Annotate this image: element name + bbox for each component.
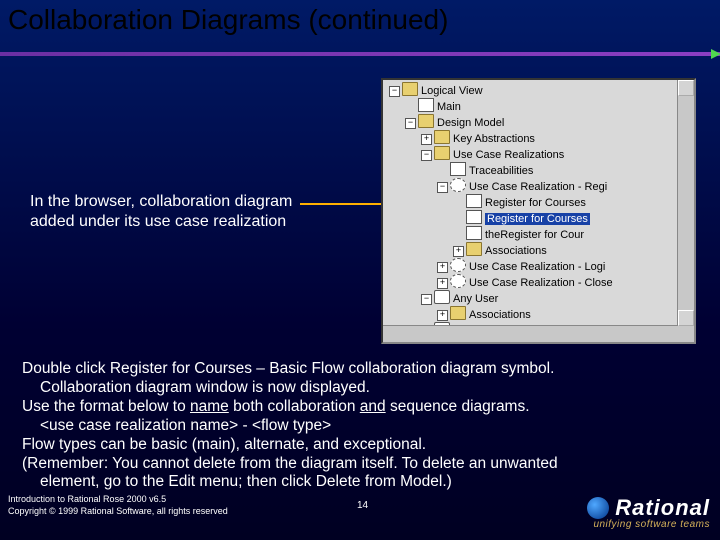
tree-node-design-model[interactable]: − Design Model	[385, 114, 678, 130]
footer-line-1: Introduction to Rational Rose 2000 v6.5	[8, 494, 166, 504]
tree-label: Associations	[469, 309, 531, 321]
collapse-icon[interactable]: −	[389, 86, 400, 97]
footer-line-2: Copyright © 1999 Rational Software, all …	[8, 506, 228, 516]
folder-icon	[466, 242, 482, 256]
expand-icon[interactable]: +	[437, 310, 448, 321]
collapse-icon[interactable]: −	[421, 150, 432, 161]
folder-icon	[434, 146, 450, 160]
expand-icon[interactable]: +	[421, 134, 432, 145]
diagram-icon	[418, 98, 434, 112]
tree-node-ucr-login[interactable]: + Use Case Realization - Logi	[385, 258, 678, 274]
tree-label: Key Abstractions	[453, 133, 535, 145]
tree-node-associations-2[interactable]: + Associations	[385, 306, 678, 322]
expand-icon[interactable]: +	[437, 278, 448, 289]
tree-label: Any User	[453, 293, 498, 305]
folder-icon	[402, 82, 418, 96]
page-number: 14	[357, 500, 368, 511]
tree-node-uc-realizations[interactable]: − Use Case Realizations	[385, 146, 678, 162]
tree-node-any-user[interactable]: − Any User	[385, 290, 678, 306]
body-text: Double click Register for Courses – Basi…	[22, 360, 720, 492]
horizontal-scrollbar[interactable]	[383, 325, 678, 342]
tree-label: Use Case Realizations	[453, 149, 564, 161]
collapse-icon[interactable]: −	[405, 118, 416, 129]
tree-label: Use Case Realization - Regi	[469, 181, 607, 193]
tree-label: Register for Courses	[485, 197, 586, 209]
slide: Collaboration Diagrams (continued) In th…	[0, 0, 720, 540]
tree-label: Use Case Realization - Logi	[469, 261, 605, 273]
scrollbar-corner	[678, 326, 694, 342]
usecase-realization-icon	[450, 274, 466, 288]
tree-label: Traceabilities	[469, 165, 533, 177]
tree-node-main[interactable]: Main	[385, 98, 678, 114]
body-line: Use the format below to name both collab…	[22, 398, 530, 415]
body-line: Flow types can be basic (main), alternat…	[22, 436, 426, 453]
tree-label: Use Case Realization - Close	[469, 277, 613, 289]
tree-node-the-register[interactable]: theRegister for Cour	[385, 226, 678, 242]
tree-node-logical-view[interactable]: − Logical View	[385, 82, 678, 98]
tree-content: − Logical View Main − Design Model + Key Ab…	[383, 80, 678, 326]
diagram-icon	[450, 162, 466, 176]
tree-node-ucr-register[interactable]: − Use Case Realization - Regi	[385, 178, 678, 194]
tree-label: Logical View	[421, 85, 483, 97]
expand-icon[interactable]: +	[437, 262, 448, 273]
tree-label: Associations	[485, 245, 547, 257]
caption-text: In the browser, collaboration diagram ad…	[30, 192, 320, 232]
usecase-realization-icon	[450, 258, 466, 272]
tree-label: theRegister for Cour	[485, 229, 584, 241]
collab-diagram-icon	[466, 210, 482, 224]
vertical-scrollbar[interactable]	[677, 80, 694, 326]
tree-node-register-collab[interactable]: Register for Courses	[385, 210, 678, 226]
collapse-icon[interactable]: −	[437, 182, 448, 193]
tree-node-key-abstractions[interactable]: + Key Abstractions	[385, 130, 678, 146]
tree-node-register-classdgm[interactable]: Register for Courses	[385, 194, 678, 210]
tree-label: Design Model	[437, 117, 504, 129]
folder-icon	[434, 130, 450, 144]
tree-node-ucr-close[interactable]: + Use Case Realization - Close	[385, 274, 678, 290]
body-line: <use case realization name> - <flow type…	[40, 417, 720, 436]
collapse-icon[interactable]: −	[421, 294, 432, 305]
body-line: Double click Register for Courses – Basi…	[22, 360, 554, 377]
class-diagram-icon	[466, 194, 482, 208]
tree-node-traceabilities[interactable]: Traceabilities	[385, 162, 678, 178]
body-line: element, go to the Edit menu; then click…	[40, 473, 720, 492]
expand-icon[interactable]: +	[453, 246, 464, 257]
folder-icon	[450, 306, 466, 320]
tagline-text: unifying software teams	[587, 519, 710, 530]
object-icon	[466, 226, 482, 240]
tree-node-associations-1[interactable]: + Associations	[385, 242, 678, 258]
body-line: (Remember: You cannot delete from the di…	[22, 455, 558, 472]
actor-icon	[434, 290, 450, 304]
usecase-realization-icon	[450, 178, 466, 192]
rational-logo: Rational unifying software teams	[587, 495, 710, 530]
brand-text: Rational	[587, 495, 710, 521]
tree-label-selected: Register for Courses	[485, 213, 590, 225]
body-line: Collaboration diagram window is now disp…	[40, 379, 720, 398]
rose-browser-tree: − Logical View Main − Design Model + Key Ab…	[381, 78, 696, 344]
title-divider	[0, 52, 720, 56]
folder-icon	[418, 114, 434, 128]
tree-label: Main	[437, 101, 461, 113]
slide-title: Collaboration Diagrams (continued)	[8, 4, 448, 36]
